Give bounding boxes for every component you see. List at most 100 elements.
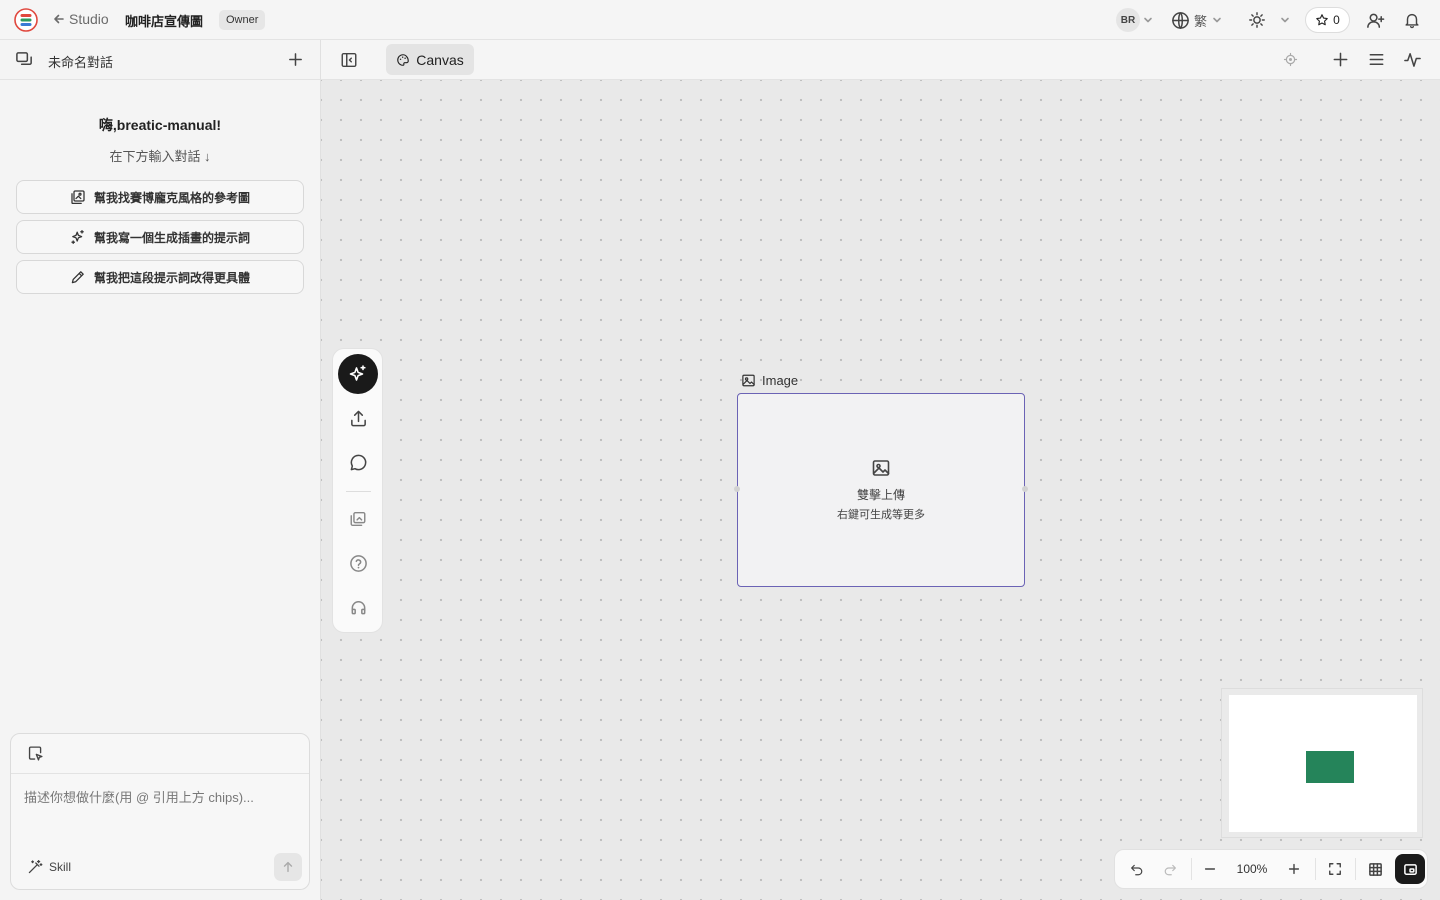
help-button[interactable] xyxy=(338,543,378,583)
magic-wand-icon xyxy=(28,859,43,874)
pencil-icon xyxy=(71,271,84,284)
language-selector[interactable]: 繁 xyxy=(1171,0,1223,40)
plus-icon xyxy=(1288,863,1300,875)
canvas-toolbar: Canvas xyxy=(321,40,1440,80)
target-icon xyxy=(1283,52,1298,67)
invite-user-button[interactable] xyxy=(1366,0,1385,40)
copy-image-icon xyxy=(350,511,366,527)
divider xyxy=(1315,858,1316,880)
star-button[interactable]: 0 xyxy=(1305,7,1350,33)
send-button[interactable] xyxy=(274,853,302,881)
back-label: Studio xyxy=(69,11,109,27)
suggestion-chip[interactable]: 幫我找賽博龐克風格的參考圖 xyxy=(16,180,304,214)
chat-composer: 描述你想做什麼(用 @ 引用上方 chips)... Skill xyxy=(10,733,310,890)
role-badge: Owner xyxy=(219,10,266,30)
suggestion-label: 幫我寫一個生成插畫的提示詞 xyxy=(93,230,250,245)
tab-canvas[interactable]: Canvas xyxy=(386,44,474,75)
fullscreen-icon xyxy=(1329,863,1341,875)
node-title-label: Image xyxy=(762,373,799,388)
theme-toggle[interactable] xyxy=(1248,0,1266,40)
chat-input[interactable]: 描述你想做什麼(用 @ 引用上方 chips)... xyxy=(24,787,254,806)
image-icon xyxy=(742,374,755,387)
skill-label: Skill xyxy=(49,860,72,874)
activity-icon xyxy=(1404,53,1421,67)
minimap-node xyxy=(1306,751,1354,783)
zoom-out-button[interactable] xyxy=(1197,850,1223,888)
palette-icon xyxy=(397,53,410,66)
image-node[interactable]: 雙擊上傳 右鍵可生成等更多 xyxy=(734,393,1028,587)
chat-sidebar: 未命名對話 嗨,breatic-manual! 在下方輸入對話 ↓ 幫我找賽博龐… xyxy=(0,40,321,900)
app-logo[interactable] xyxy=(14,8,38,32)
image-placeholder-icon xyxy=(872,460,890,476)
minimap-icon xyxy=(1403,863,1417,875)
sparkles-icon xyxy=(349,365,366,381)
chevron-down-icon xyxy=(1144,17,1152,23)
zoom-level[interactable]: 100% xyxy=(1227,850,1277,888)
tab-canvas-label: Canvas xyxy=(416,51,464,68)
context-menu-hint: 右鍵可生成等更多 xyxy=(837,509,925,521)
activity-button[interactable] xyxy=(1403,50,1422,69)
add-button[interactable] xyxy=(1331,50,1350,69)
divider xyxy=(1191,858,1192,880)
top-bar: Studio 咖啡店宣傳圖 Owner BR 繁 0 xyxy=(0,0,1440,40)
layers-menu-button[interactable] xyxy=(1367,50,1386,69)
headphones-icon xyxy=(351,600,365,614)
attach-context-button[interactable] xyxy=(27,745,44,762)
star-count: 0 xyxy=(1333,13,1340,27)
conversations-icon[interactable] xyxy=(15,50,34,69)
arrow-left-icon xyxy=(54,14,64,24)
suggestion-label: 幫我把這段提示詞改得更具體 xyxy=(93,270,250,285)
node-title[interactable]: Image xyxy=(741,373,798,388)
conversation-title[interactable]: 未命名對話 xyxy=(48,52,113,71)
minimap[interactable] xyxy=(1221,688,1423,838)
suggestion-label: 幫我找賽博龐克風格的參考圖 xyxy=(93,190,250,205)
conversation-header: 未命名對話 xyxy=(0,40,320,80)
divider xyxy=(1355,858,1356,880)
redo-icon xyxy=(1164,864,1176,875)
locate-button[interactable] xyxy=(1283,52,1298,67)
skill-button[interactable]: Skill xyxy=(27,859,71,875)
minus-icon xyxy=(1204,868,1216,870)
assets-button[interactable] xyxy=(338,499,378,539)
composer-toolbar xyxy=(11,734,309,774)
upload-hint: 雙擊上傳 xyxy=(856,488,905,502)
tool-rail xyxy=(332,348,383,633)
canvas-area[interactable]: Canvas Image 雙擊上傳 右鍵可生成等更多 100% xyxy=(321,40,1440,900)
upload-button[interactable] xyxy=(338,398,378,438)
new-conversation-button[interactable] xyxy=(287,51,304,68)
plus-icon xyxy=(1333,52,1348,67)
menu-icon xyxy=(1369,53,1384,66)
add-user-icon xyxy=(1367,13,1385,28)
greeting-text: 嗨,breatic-manual! xyxy=(98,117,222,133)
redo-button[interactable] xyxy=(1157,850,1183,888)
notifications-button[interactable] xyxy=(1403,0,1421,40)
zoom-toolbar: 100% xyxy=(1114,849,1428,889)
ai-generate-button[interactable] xyxy=(338,354,378,394)
suggestion-chip[interactable]: 幫我把這段提示詞改得更具體 xyxy=(16,260,304,294)
theme-dropdown[interactable] xyxy=(1279,0,1291,40)
avatar[interactable]: BR xyxy=(1116,8,1140,32)
arrow-up-icon xyxy=(283,861,293,873)
minimap-toggle-button[interactable] xyxy=(1395,854,1425,884)
upload-icon xyxy=(350,410,366,426)
chevron-down-icon xyxy=(1281,17,1289,23)
grid-toggle-button[interactable] xyxy=(1362,850,1388,888)
plus-icon xyxy=(289,53,302,66)
project-title[interactable]: 咖啡店宣傳圖 xyxy=(125,11,203,30)
comment-button[interactable] xyxy=(338,442,378,482)
zoom-in-button[interactable] xyxy=(1281,850,1307,888)
chat-bubble-icon xyxy=(350,454,366,470)
bell-icon xyxy=(1405,13,1419,29)
back-to-studio-link[interactable]: Studio xyxy=(53,11,109,27)
undo-button[interactable] xyxy=(1123,850,1149,888)
greeting-subtitle: 在下方輸入對話 ↓ xyxy=(109,149,211,164)
minimap-viewport xyxy=(1229,695,1417,832)
user-menu[interactable]: BR xyxy=(1116,0,1154,40)
sun-icon xyxy=(1249,12,1265,28)
fit-screen-button[interactable] xyxy=(1322,850,1348,888)
star-icon xyxy=(1316,14,1328,26)
note-cursor-icon xyxy=(28,746,43,761)
support-button[interactable] xyxy=(338,587,378,627)
toggle-sidebar-button[interactable] xyxy=(340,51,358,69)
suggestion-chip[interactable]: 幫我寫一個生成插畫的提示詞 xyxy=(16,220,304,254)
